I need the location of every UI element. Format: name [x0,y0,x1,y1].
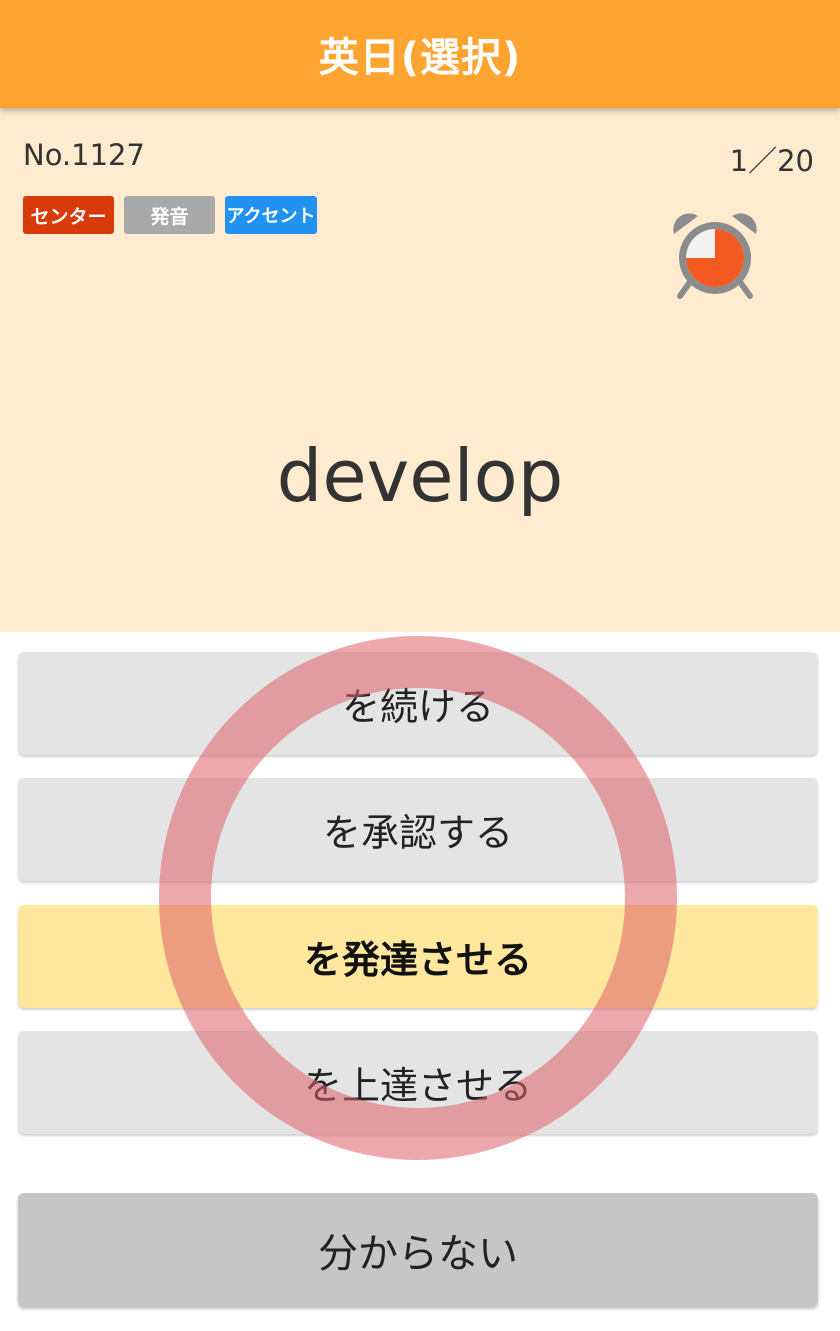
question-word: develop [276,434,564,518]
tag-list: センター 発音 アクセント [23,196,327,234]
alarm-clock-timer-icon [673,213,757,299]
app-header: 英日(選択) [0,0,840,108]
dont-know-button[interactable]: 分からない [18,1193,818,1306]
choice-button-2[interactable]: を承認する [18,778,818,881]
choice-button-4[interactable]: を上達させる [18,1031,818,1134]
page-title: 英日(選択) [318,35,522,81]
tag-accent: アクセント [225,196,317,234]
tag-pronunciation: 発音 [124,196,215,234]
word-number: No.1127 [23,138,145,172]
choice-button-1[interactable]: を続ける [18,652,818,755]
question-card: No.1127 1／20 センター 発音 アクセント develop [0,108,840,632]
question-progress: 1／20 [729,144,814,178]
choice-button-3[interactable]: を発達させる [18,905,818,1008]
tag-center-exam: センター [23,196,114,234]
